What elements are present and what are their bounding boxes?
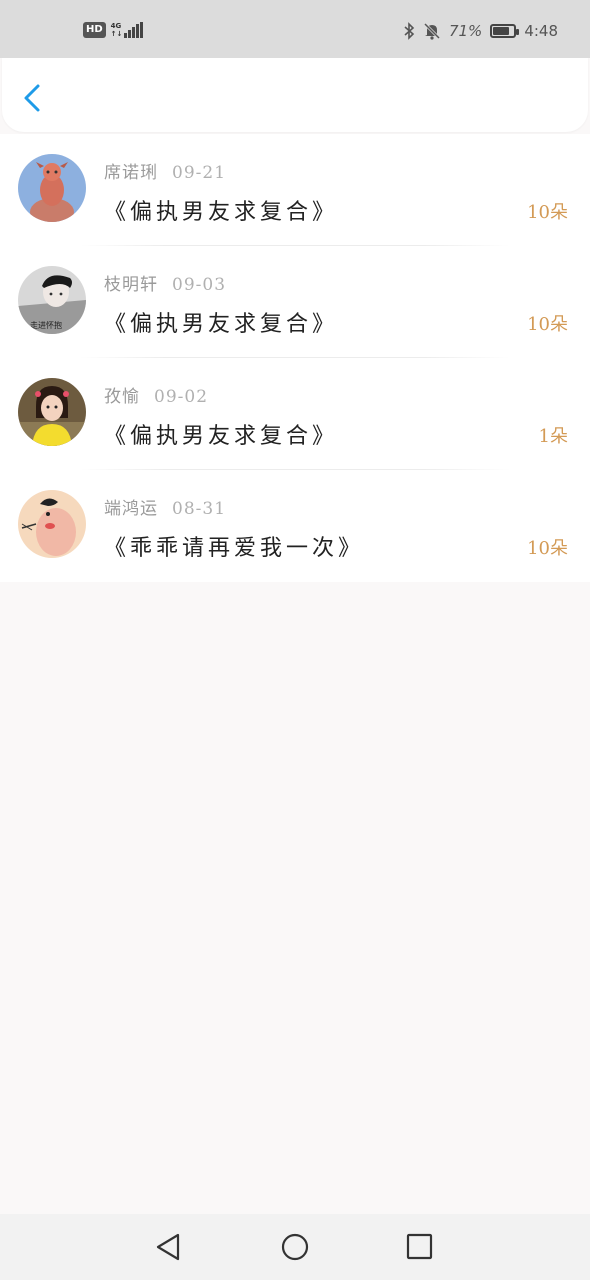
avatar-caption: 走进怀抱 [30, 320, 62, 330]
network-arrows: ↑↓ [110, 30, 123, 38]
flower-count: 10朵 [527, 538, 568, 559]
list-item[interactable]: 孜愉 09-02 《偏执男友求复合》 1朵 [0, 358, 590, 470]
flower-count: 10朵 [527, 202, 568, 223]
sender-name: 孜愉 [104, 387, 140, 407]
flower-count: 1朵 [538, 426, 568, 447]
sender-name: 席诺琍 [104, 163, 158, 183]
home-circle-icon [281, 1233, 309, 1261]
send-date: 09-02 [154, 387, 209, 407]
sender-name: 端鸿运 [104, 499, 158, 519]
mute-icon [423, 22, 441, 40]
status-bar: HD 4G ↑↓ 71% 4:48 [0, 0, 590, 58]
clock: 4:48 [524, 22, 558, 40]
list-item[interactable]: 端鸿运 08-31 《乖乖请再爱我一次》 10朵 [0, 470, 590, 582]
sender-meta: 席诺琍 09-21 [104, 158, 226, 183]
avatar[interactable] [18, 490, 86, 558]
gift-list: 席诺琍 09-21 《偏执男友求复合》 10朵 走进怀抱 枝明轩 09-03 《偏执… [0, 134, 590, 582]
sender-name: 枝明轩 [104, 275, 158, 295]
book-title: 《偏执男友求复合》 [104, 312, 339, 337]
send-date: 09-03 [172, 275, 227, 295]
network-type: 4G [110, 22, 122, 30]
recents-square-icon [406, 1233, 433, 1260]
back-button[interactable] [18, 80, 50, 116]
bluetooth-icon [404, 22, 415, 40]
list-item[interactable]: 走进怀抱 枝明轩 09-03 《偏执男友求复合》 10朵 [0, 246, 590, 358]
avatar[interactable] [18, 154, 86, 222]
nav-recents-button[interactable] [405, 1232, 435, 1262]
sender-meta: 枝明轩 09-03 [104, 270, 226, 295]
status-right: 71% 4:48 [403, 22, 558, 40]
nav-back-button[interactable] [154, 1232, 184, 1262]
send-date: 08-31 [172, 499, 227, 519]
book-title: 《偏执男友求复合》 [104, 200, 339, 225]
list-item[interactable]: 席诺琍 09-21 《偏执男友求复合》 10朵 [0, 134, 590, 246]
avatar[interactable] [18, 378, 86, 446]
sender-meta: 端鸿运 08-31 [104, 494, 226, 519]
nav-home-button[interactable] [280, 1232, 310, 1262]
battery-percent: 71% [448, 22, 483, 40]
chevron-left-icon [24, 84, 40, 112]
signal-icon: 4G ↑↓ [111, 22, 144, 38]
book-title: 《乖乖请再爱我一次》 [104, 536, 365, 561]
header [2, 58, 588, 132]
status-left: HD 4G ↑↓ [83, 22, 144, 38]
hd-badge: HD [83, 22, 106, 38]
book-title: 《偏执男友求复合》 [104, 424, 339, 449]
avatar[interactable]: 走进怀抱 [18, 266, 86, 334]
send-date: 09-21 [172, 163, 227, 183]
battery-icon [490, 24, 520, 38]
back-triangle-icon [156, 1233, 180, 1261]
sender-meta: 孜愉 09-02 [104, 382, 208, 407]
flower-count: 10朵 [527, 314, 568, 335]
system-nav-bar [0, 1214, 590, 1280]
